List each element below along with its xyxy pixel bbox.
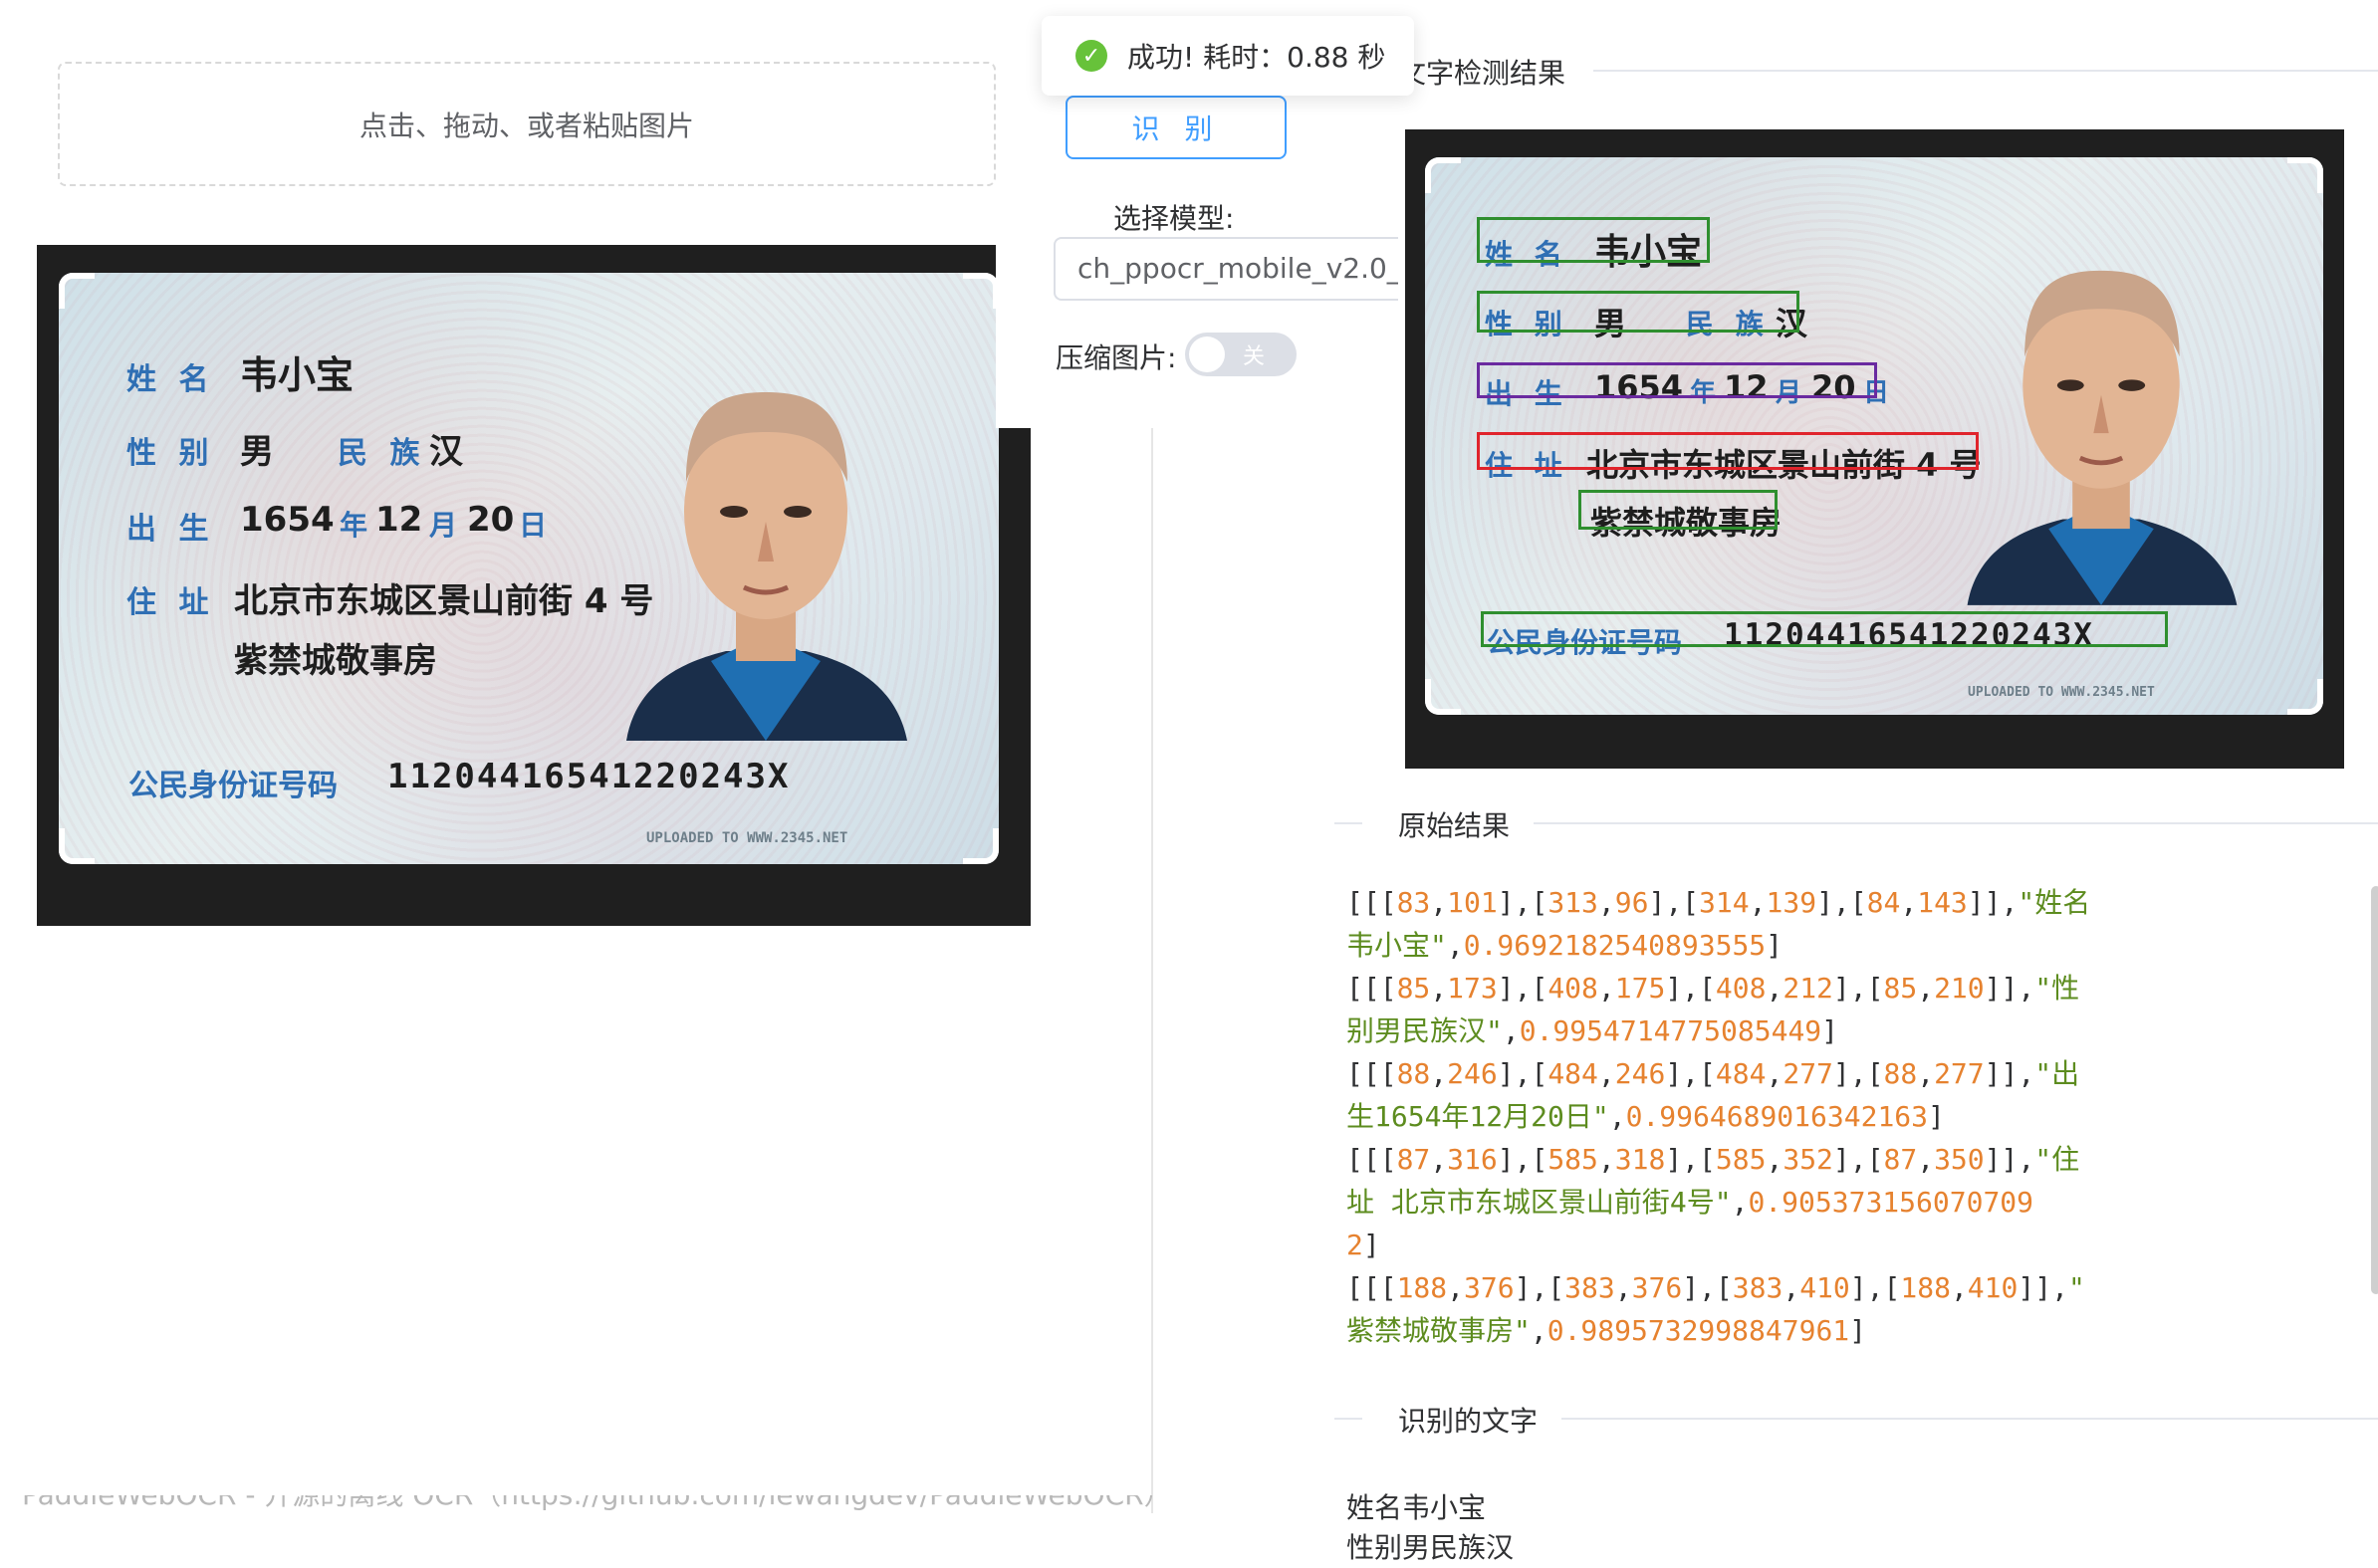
recognized-text: 姓名韦小宝性别男民族汉	[1346, 1488, 1514, 1568]
birth-day: 20	[467, 500, 515, 540]
ethnic-label: 民 族	[338, 436, 426, 471]
portrait-photo	[626, 392, 907, 741]
id-number-label: 公民身份证号码	[128, 769, 338, 803]
birth-year: 1654	[240, 500, 335, 540]
raw-result-line: 紫禁城敬事房",0.9895732998847961]	[1346, 1314, 1867, 1347]
birth-label: 出 生	[126, 512, 215, 547]
footer-clip: PaddleWebOCR - 开源的离线 OCR（https://github.…	[22, 1495, 1172, 1513]
raw-results-scrollbar[interactable]	[2371, 886, 2378, 1294]
footer-text: PaddleWebOCR - 开源的离线 OCR（https://github.…	[22, 1495, 1172, 1513]
recognize-button-label: 识 别	[1131, 112, 1221, 145]
section-title-detection: 文字检测结果	[1386, 52, 1578, 92]
raw-result-line: [[[91,497],[776,499],[776,529],[91,527]]…	[1346, 1352, 2342, 1359]
toggle-state-text: 关	[1243, 344, 1266, 369]
compress-label: 压缩图片:	[1056, 341, 1177, 374]
det-portrait-photo	[1967, 270, 2238, 605]
success-toast: ✓ 成功! 耗时：0.88 秒	[1042, 16, 1414, 96]
recognized-line: 性别男民族汉	[1346, 1531, 1515, 1564]
id-card: 姓 名 韦小宝 性 别 男 民 族 汉 出 生 1654 年 12 月 20 日…	[59, 273, 999, 864]
detected-id-card: 姓 名 韦小宝 性 别 男 民 族 汉 出 生 1654 年 12 月 20 日…	[1425, 157, 2323, 715]
section-title-text: 识别的文字	[1386, 1400, 1550, 1440]
day-char: 日	[519, 509, 554, 542]
model-label: 选择模型:	[1113, 202, 1235, 235]
compress-toggle[interactable]: 关	[1185, 333, 1297, 376]
name-value: 韦小宝	[240, 353, 355, 397]
name-label: 姓 名	[126, 362, 215, 397]
recognized-line: 姓名韦小宝	[1346, 1491, 1487, 1524]
detection-box	[1477, 217, 1710, 263]
sex-label: 性 别	[126, 436, 215, 471]
address-line-1: 北京市东城区景山前街 4 号	[234, 581, 654, 621]
raw-result-line: [[[188,376],[383,376],[383,410],[188,410…	[1346, 1271, 2085, 1304]
raw-result-line: 址 北京市东城区景山前街4号",0.905373156070709	[1346, 1186, 2034, 1219]
raw-result-line: [[[83,101],[313,96],[314,139],[84,143]],…	[1346, 886, 2091, 919]
year-char: 年	[340, 509, 374, 542]
model-select-value: ch_ppocr_mobile_v2.0_x	[1077, 252, 1398, 285]
address-line-2: 紫禁城敬事房	[234, 641, 437, 681]
det-watermark: UPLOADED TO WWW.2345.NET	[1968, 685, 2155, 700]
panel-divider	[1151, 428, 1153, 1513]
raw-result-line: [[[87,316],[585,318],[585,352],[87,350]]…	[1346, 1143, 2080, 1176]
sex-value: 男	[240, 432, 274, 472]
raw-result-line: 生1654年12月20日",0.9964689016342163]	[1346, 1100, 1945, 1133]
raw-result-line: [[[88,246],[484,246],[484,277],[88,277]]…	[1346, 1057, 2080, 1090]
raw-results[interactable]: [[[83,101],[313,96],[314,139],[84,143]],…	[1346, 881, 2342, 1359]
detection-box	[1481, 611, 2168, 647]
detection-box	[1477, 362, 1877, 398]
toast-message: 成功! 耗时：0.88 秒	[1127, 41, 1386, 74]
check-circle-icon: ✓	[1075, 40, 1107, 72]
detection-result-image: 姓 名 韦小宝 性 别 男 民 族 汉 出 生 1654 年 12 月 20 日…	[1405, 129, 2344, 769]
watermark: UPLOADED TO WWW.2345.NET	[646, 830, 848, 846]
original-image: 姓 名 韦小宝 性 别 男 民 族 汉 出 生 1654 年 12 月 20 日…	[37, 245, 1031, 926]
raw-result-line: [[[85,173],[408,175],[408,212],[85,210]]…	[1346, 972, 2080, 1005]
detection-box	[1477, 432, 1979, 470]
raw-result-line: 韦小宝",0.9692182540893555]	[1346, 929, 1784, 962]
detection-box	[1578, 490, 1778, 530]
section-title-raw: 原始结果	[1386, 804, 1523, 844]
model-select[interactable]: ch_ppocr_mobile_v2.0_x	[1054, 237, 1398, 301]
detection-box	[1477, 291, 1799, 333]
id-number-value: 11204416541220243X	[387, 757, 791, 796]
raw-result-line: 别男民族汉",0.9954714775085449]	[1346, 1014, 1839, 1047]
upload-hint: 点击、拖动、或者粘贴图片	[358, 109, 694, 142]
toggle-knob	[1189, 336, 1225, 372]
image-upload-area[interactable]: 点击、拖动、或者粘贴图片	[58, 62, 996, 186]
birth-month: 12	[375, 500, 423, 540]
recognize-button[interactable]: 识 别	[1066, 96, 1287, 159]
month-char: 月	[429, 509, 464, 542]
ethnic-value: 汉	[429, 432, 463, 472]
address-label: 住 址	[126, 585, 215, 620]
raw-result-line: 2]	[1346, 1229, 1380, 1261]
